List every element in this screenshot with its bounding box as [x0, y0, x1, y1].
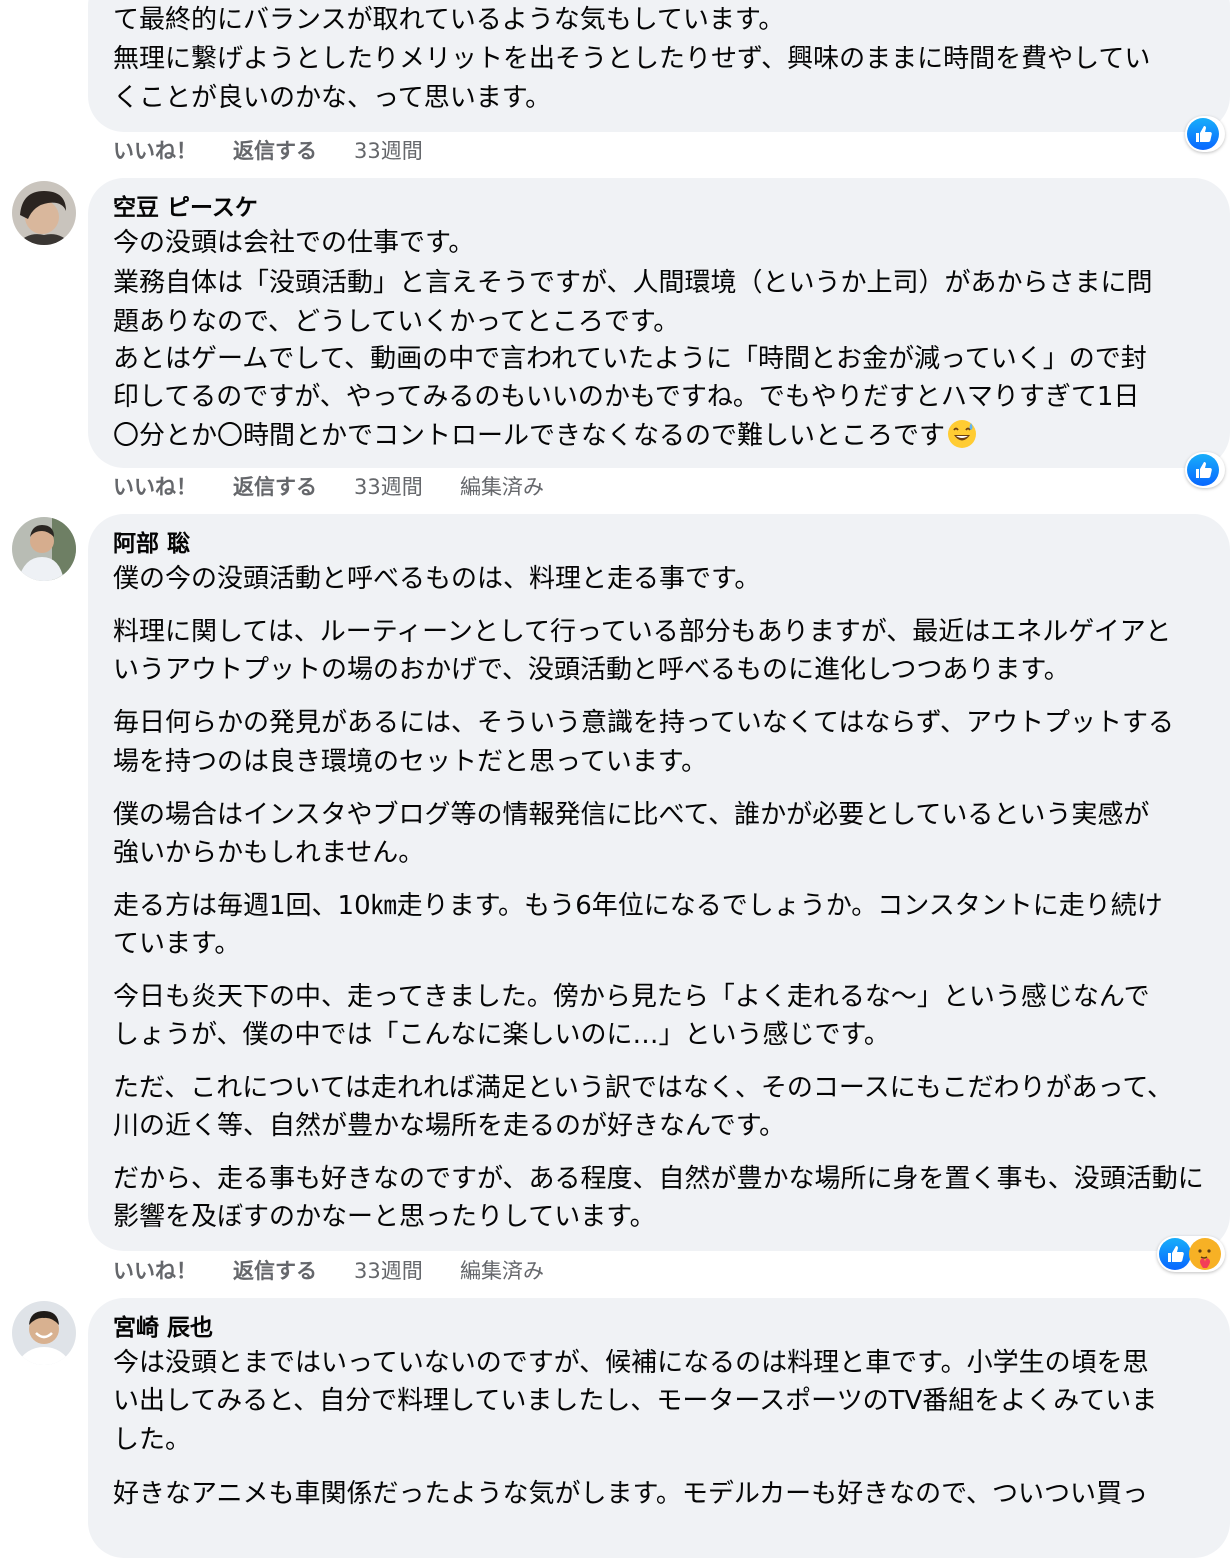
timestamp-link[interactable]: 33週間 [354, 471, 423, 503]
edited-label[interactable]: 編集済み [460, 1255, 544, 1287]
comment-text: 〇分とか〇時間とかでコントロールできなくなるので難しいところです [113, 421, 946, 451]
avatar[interactable] [12, 517, 76, 581]
comment-text-line: 僕の今の没頭活動と呼べるものは、料理と走る事です。 [113, 564, 761, 594]
comment-text-line: い出してみると、自分で料理していましたし、モータースポーツのTV番組をよくみてい… [113, 1386, 1158, 1416]
comment-text-line: 川の近く等、自然が豊かな場所を走るのが好きなんです。 [113, 1111, 786, 1141]
care-icon [1189, 1238, 1221, 1270]
comment-text-line: 今日も炎天下の中、走ってきました。傍から見たら「よく走れるな〜」という感じなんで [113, 982, 1150, 1012]
like-icon [1159, 1238, 1191, 1270]
comment-text-line: 影響を及ぼすのかなーと思ったりしています。 [113, 1202, 656, 1232]
comment-author[interactable]: 空豆 ピースケ [113, 193, 258, 223]
comment-text-line: 今の没頭は会社での仕事です。 [113, 228, 475, 258]
like-button[interactable]: いいね！ [113, 1255, 197, 1287]
comment-text-line: いうアウトプットの場のおかげで、没頭活動と呼べるものに進化しつつあります。 [113, 655, 1070, 685]
like-icon [1187, 454, 1219, 486]
timestamp-link[interactable]: 33週間 [354, 1255, 423, 1287]
comment-text-line: て最終的にバランスが取れているような気もしています。 [113, 5, 785, 35]
comment-text-line: あとはゲームでして、動画の中で言われていたように「時間とお金が減っていく」ので封 [113, 344, 1147, 374]
comment-text-line: ただ、これについては走れれば満足という訳ではなく、そのコースにもこだわりがあって… [113, 1073, 1174, 1103]
comment-text-line: 料理に関しては、ルーティーンとして行っている部分もありますが、最近はエネルゲイア… [113, 617, 1172, 647]
comment-text-line: 走る方は毎週1回、10㎞走ります。もう6年位になるでしょうか。コンスタントに走り… [113, 891, 1163, 921]
reaction-summary[interactable] [1185, 116, 1225, 152]
comment-actions: いいね！ 返信する 33週間 編集済み [113, 471, 713, 503]
reply-button[interactable]: 返信する [233, 1255, 317, 1287]
comment-text-line: 毎日何らかの発見があるには、そういう意識を持っていなくてはならず、アウトプットす… [113, 708, 1175, 738]
comment-text-line: 今は没頭とまではいっていないのですが、候補になるのは料理と車です。小学生の頃を思 [113, 1348, 1149, 1378]
timestamp-link[interactable]: 33週間 [354, 135, 423, 167]
comment-text-line: 強いからかもしれません。 [113, 838, 425, 868]
comment-text-line: 場を持つのは良き環境のセットだと思っています。 [113, 747, 708, 777]
comment-actions: いいね！ 返信する 33週間 編集済み [113, 1255, 713, 1287]
reaction-summary[interactable] [1185, 452, 1225, 488]
grinning-sweat-emoji [948, 420, 977, 448]
comment-text-line: 題ありなので、どうしていくかってところです。 [113, 307, 680, 337]
like-button[interactable]: いいね！ [113, 471, 197, 503]
reply-button[interactable]: 返信する [233, 471, 317, 503]
avatar[interactable] [12, 1301, 76, 1365]
like-icon [1187, 118, 1219, 150]
comment-text-line: しょうが、僕の中では「こんなに楽しいのに…」という感じです。 [113, 1020, 890, 1050]
comment-text-line: 印してるのですが、やってみるのもいいのかもですね。でもやりだすとハマりすぎて1日 [113, 382, 1140, 412]
comment-text-line: だから、走る事も好きなのですが、ある程度、自然が豊かな場所に身を置く事も、没頭活… [113, 1164, 1204, 1194]
comment-actions: いいね！ 返信する 33週間 [113, 135, 713, 167]
comment-text-line: ています。 [113, 929, 241, 959]
comment-text-line: 無理に繋げようとしたりメリットを出そうとしたりせず、興味のままに時間を費やしてい [113, 44, 1151, 74]
comment-author[interactable]: 阿部 聡 [113, 529, 190, 559]
comment-text-line: くことが良いのかな、って思います。 [113, 83, 552, 113]
comment-text-line: 好きなアニメも車関係だったような気がします。モデルカーも好きなので、ついつい買っ [113, 1479, 1149, 1509]
comment-bubble [88, 1298, 1230, 1558]
avatar[interactable] [12, 181, 76, 245]
like-button[interactable]: いいね！ [113, 135, 197, 167]
comment-author[interactable]: 宮崎 辰也 [113, 1313, 213, 1343]
reply-button[interactable]: 返信する [233, 135, 317, 167]
reaction-summary[interactable] [1157, 1236, 1225, 1272]
comment-text-line: した。 [113, 1425, 192, 1455]
comment-text-line-with-emoji: 〇分とか〇時間とかでコントロールできなくなるので難しいところです [113, 416, 977, 456]
edited-label[interactable]: 編集済み [460, 471, 544, 503]
comment-text-line: 僕の場合はインスタやブログ等の情報発信に比べて、誰かが必要としているという実感が [113, 800, 1150, 830]
comment-text-line: 業務自体は「没頭活動」と言えそうですが、人間環境（というか上司）があからさまに問 [113, 268, 1153, 298]
